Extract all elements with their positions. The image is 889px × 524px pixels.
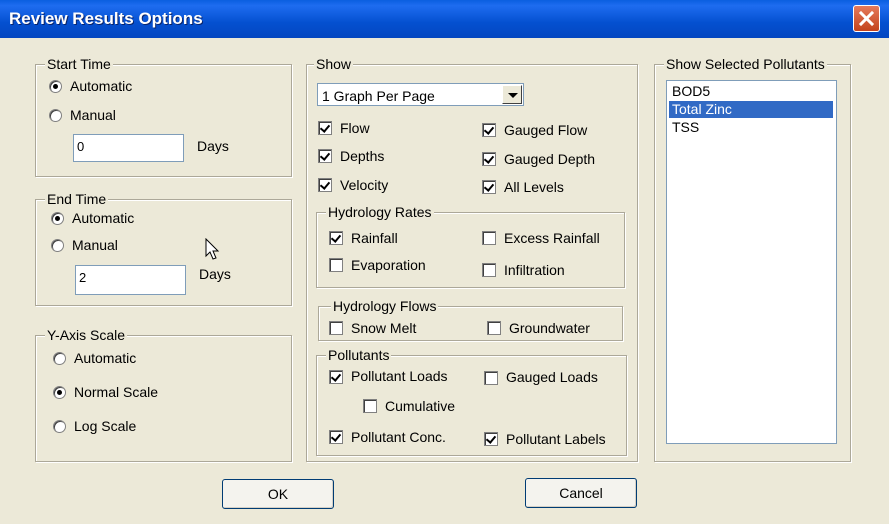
y-automatic-label[interactable]: Automatic	[74, 350, 136, 366]
gauged-flow-label[interactable]: Gauged Flow	[504, 122, 587, 138]
end-automatic-radio[interactable]	[51, 212, 64, 225]
cancel-button[interactable]: Cancel	[525, 478, 637, 508]
pollutant-labels-label[interactable]: Pollutant Labels	[506, 431, 606, 447]
start-time-legend: Start Time	[45, 56, 113, 72]
pollutant-conc-checkbox[interactable]	[329, 430, 343, 444]
start-days-input[interactable]: 0	[73, 134, 184, 162]
snow-melt-label[interactable]: Snow Melt	[351, 320, 416, 336]
start-automatic-radio[interactable]	[49, 80, 62, 93]
pollutant-loads-label[interactable]: Pollutant Loads	[351, 368, 448, 384]
hydrology-rates-group	[316, 212, 625, 288]
cumulative-checkbox[interactable]	[363, 399, 377, 413]
y-normal-radio[interactable]	[53, 386, 66, 399]
groundwater-checkbox[interactable]	[487, 321, 501, 335]
chevron-down-icon[interactable]	[502, 85, 522, 104]
pollutants-listbox[interactable]: BOD5 Total Zinc TSS	[666, 80, 837, 444]
y-log-radio[interactable]	[53, 420, 66, 433]
window-title: Review Results Options	[9, 9, 203, 28]
pollutants-legend: Pollutants	[326, 347, 392, 363]
gauged-loads-checkbox[interactable]	[484, 371, 498, 385]
groundwater-label[interactable]: Groundwater	[509, 320, 590, 336]
rainfall-label[interactable]: Rainfall	[351, 230, 398, 246]
flow-checkbox[interactable]	[318, 121, 332, 135]
y-axis-legend: Y-Axis Scale	[45, 327, 128, 343]
all-levels-label[interactable]: All Levels	[504, 179, 564, 195]
hydrology-flows-legend: Hydrology Flows	[331, 298, 439, 314]
end-days-label: Days	[199, 266, 231, 282]
snow-melt-checkbox[interactable]	[329, 321, 343, 335]
rainfall-checkbox[interactable]	[329, 231, 343, 245]
gauged-depth-label[interactable]: Gauged Depth	[504, 151, 595, 167]
pollutant-conc-label[interactable]: Pollutant Conc.	[351, 429, 446, 445]
end-manual-radio[interactable]	[51, 239, 64, 252]
velocity-checkbox[interactable]	[318, 178, 332, 192]
infiltration-label[interactable]: Infiltration	[504, 262, 565, 278]
velocity-label[interactable]: Velocity	[340, 177, 388, 193]
hydrology-rates-legend: Hydrology Rates	[326, 204, 434, 220]
show-legend: Show	[314, 56, 354, 72]
list-item[interactable]: TSS	[669, 119, 833, 136]
gauged-depth-checkbox[interactable]	[482, 152, 496, 166]
pollutant-labels-checkbox[interactable]	[484, 432, 498, 446]
graph-mode-select[interactable]: 1 Graph Per Page	[317, 83, 524, 106]
graph-mode-value: 1 Graph Per Page	[322, 88, 435, 104]
list-item[interactable]: Total Zinc	[669, 101, 833, 118]
selected-pollutants-legend: Show Selected Pollutants	[664, 56, 827, 72]
list-item[interactable]: BOD5	[669, 83, 833, 100]
title-bar[interactable]: Review Results Options	[0, 0, 889, 38]
flow-label[interactable]: Flow	[340, 120, 370, 136]
excess-rainfall-label[interactable]: Excess Rainfall	[504, 230, 600, 246]
y-normal-label[interactable]: Normal Scale	[74, 384, 158, 400]
end-automatic-label[interactable]: Automatic	[72, 210, 134, 226]
cumulative-label[interactable]: Cumulative	[385, 398, 455, 414]
close-icon	[858, 10, 875, 27]
evaporation-checkbox[interactable]	[329, 258, 343, 272]
end-time-legend: End Time	[45, 191, 109, 207]
start-manual-label[interactable]: Manual	[70, 107, 116, 123]
all-levels-checkbox[interactable]	[482, 180, 496, 194]
depths-checkbox[interactable]	[318, 149, 332, 163]
pollutant-loads-checkbox[interactable]	[329, 370, 343, 384]
y-automatic-radio[interactable]	[53, 352, 66, 365]
mouse-pointer-icon	[205, 238, 220, 260]
ok-button[interactable]: OK	[222, 479, 334, 509]
depths-label[interactable]: Depths	[340, 148, 384, 164]
gauged-loads-label[interactable]: Gauged Loads	[506, 369, 598, 385]
start-automatic-label[interactable]: Automatic	[70, 78, 132, 94]
start-manual-radio[interactable]	[49, 109, 62, 122]
close-button[interactable]	[853, 5, 880, 32]
y-log-label[interactable]: Log Scale	[74, 418, 136, 434]
excess-rainfall-checkbox[interactable]	[482, 231, 496, 245]
end-manual-label[interactable]: Manual	[72, 237, 118, 253]
gauged-flow-checkbox[interactable]	[482, 123, 496, 137]
evaporation-label[interactable]: Evaporation	[351, 257, 426, 273]
start-days-label: Days	[197, 138, 229, 154]
infiltration-checkbox[interactable]	[482, 263, 496, 277]
end-days-input[interactable]: 2	[75, 265, 186, 295]
